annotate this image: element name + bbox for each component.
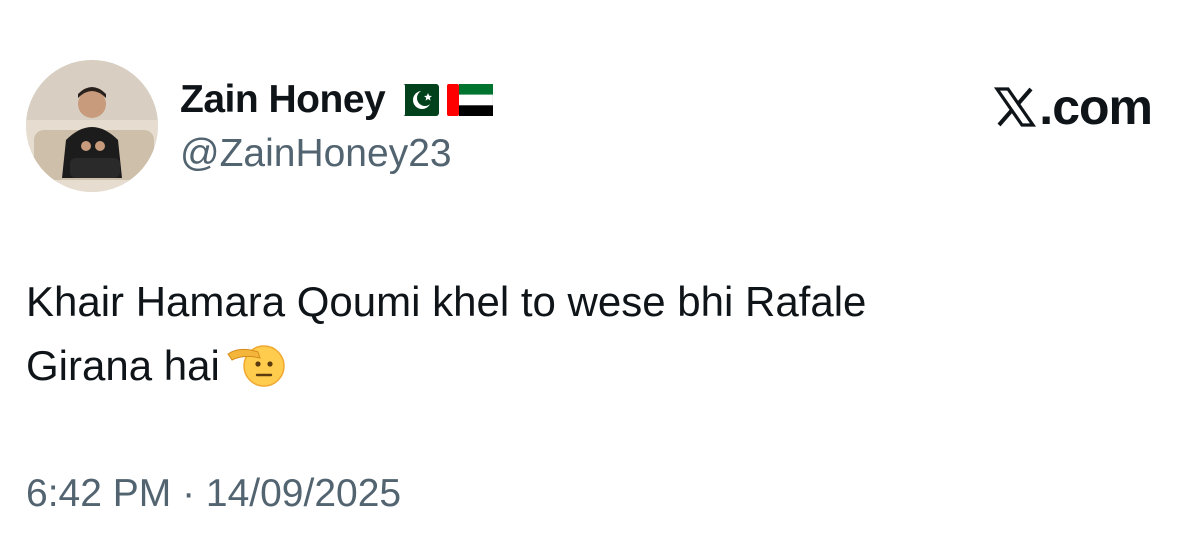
tweet-line-1: Khair Hamara Qoumi khel to wese bhi Rafa… — [26, 278, 867, 325]
tweet-line-2-row: Girana hai — [26, 334, 1126, 398]
saluting-face-emoji-icon — [224, 340, 288, 388]
tweet-text: Khair Hamara Qoumi khel to wese bhi Rafa… — [26, 270, 1126, 398]
author-display-name[interactable]: Zain Honey — [180, 78, 386, 122]
tweet-timestamp[interactable]: 6:42 PM · 14/09/2025 — [26, 472, 401, 516]
x-logo-icon — [993, 85, 1037, 129]
author-handle[interactable]: @ZainHoney23 — [180, 132, 452, 176]
pakistan-flag-icon — [393, 84, 440, 116]
avatar[interactable] — [26, 60, 158, 192]
brand-watermark: .com — [993, 78, 1153, 136]
author-name-row: Zain Honey — [180, 72, 494, 128]
uae-flag-icon — [447, 84, 494, 116]
brand-label: .com — [1039, 79, 1153, 135]
tweet-line-2: Girana hai — [26, 342, 220, 389]
